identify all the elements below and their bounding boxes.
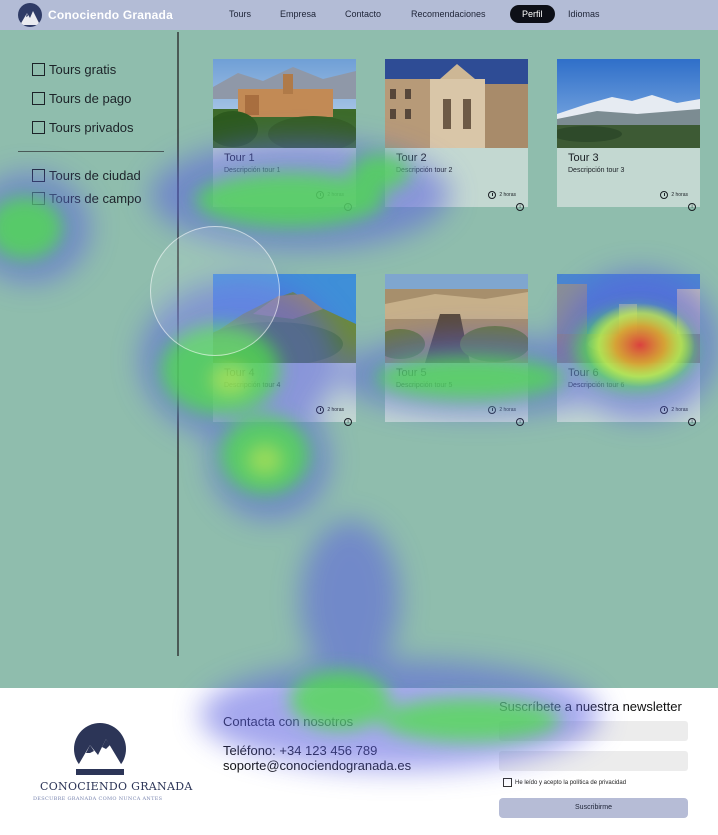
subscribe-button[interactable]: Suscribirme [499,798,688,818]
tour-description: Descripción tour 6 [568,382,625,389]
clock-icon [660,406,669,414]
info-icon[interactable]: i [688,203,696,211]
tour-duration: 2 horas [488,406,516,414]
tour-image-fountain-square [557,274,700,363]
filter-tours-de-campo[interactable]: Tours de campo [32,191,142,206]
filter-tours-gratis[interactable]: Tours gratis [32,62,116,77]
top-nav: Conociendo Granada Tours Empresa Contact… [0,0,718,30]
filter-divider [18,151,164,152]
info-icon[interactable]: i [688,418,696,426]
clock-icon [660,191,669,199]
tour-duration: 2 horas [660,406,688,414]
tour-duration: 2 horas [316,191,344,199]
tour-title: Tour 2 [396,152,427,164]
tour-description: Descripción tour 4 [224,382,281,389]
tour-card-6[interactable]: Tour 6 Descripción tour 6 2 horas i [557,274,700,426]
newsletter-title: Suscríbete a nuestra newsletter [499,699,682,714]
filter-tours-privados[interactable]: Tours privados [32,120,134,135]
tour-duration: 2 horas [316,406,344,414]
tour-card-5[interactable]: Tour 5 Descripción tour 5 2 horas i [385,274,528,426]
sidebar-divider [177,32,179,656]
tour-card-3[interactable]: Tour 3 Descripción tour 3 2 horas i [557,59,700,211]
nav-idiomas[interactable]: Idiomas [568,9,600,19]
tour-title: Tour 4 [224,367,255,379]
tour-description: Descripción tour 1 [224,167,281,174]
info-icon[interactable]: i [516,203,524,211]
tour-image-castle-hill [213,274,356,363]
footer: CONOCIENDO GRANADA DESCUBRE GRANADA COMO… [0,688,718,835]
tour-description: Descripción tour 5 [396,382,453,389]
checkbox[interactable] [32,169,45,182]
contact-email[interactable]: soporte@conociendogranada.es [223,758,411,773]
info-icon[interactable]: i [344,418,352,426]
nav-recomendaciones[interactable]: Recomendaciones [411,9,486,19]
tour-title: Tour 1 [224,152,255,164]
tour-duration: 2 horas [488,191,516,199]
footer-tagline: DESCUBRE GRANADA COMO NUNCA ANTES [33,796,163,802]
contact-phone: Teléfono: +34 123 456 789 [223,743,378,758]
nav-tours[interactable]: Tours [229,9,251,19]
nav-perfil[interactable]: Perfil [510,5,555,23]
newsletter-input-2[interactable] [499,751,688,771]
filter-label: Tours de campo [49,191,142,206]
clock-icon [316,191,325,199]
main-content: Tours gratis Tours de pago Tours privado… [0,30,718,688]
tour-title: Tour 6 [568,367,599,379]
tour-card-2[interactable]: Tour 2 Descripción tour 2 2 horas i [385,59,528,211]
tour-title: Tour 5 [396,367,427,379]
filter-label: Tours de ciudad [49,168,141,183]
tour-description: Descripción tour 3 [568,167,625,174]
tour-title: Tour 3 [568,152,599,164]
newsletter-input-1[interactable] [499,721,688,741]
nav-empresa[interactable]: Empresa [280,9,316,19]
tour-image-gorge-town [385,274,528,363]
contact-title: Contacta con nosotros [223,714,354,729]
filter-label: Tours privados [49,120,134,135]
checkbox[interactable] [32,63,45,76]
consent-checkbox[interactable] [503,778,512,787]
clock-icon [488,406,497,414]
filter-label: Tours de pago [49,91,132,106]
info-icon[interactable]: i [344,203,352,211]
tour-duration: 2 horas [660,191,688,199]
nav-contacto[interactable]: Contacto [345,9,381,19]
tour-card-1[interactable]: Tour 1 Descripción tour 1 2 horas i [213,59,356,211]
tour-image-sierra-nevada [557,59,700,148]
tour-image-alhambra [213,59,356,148]
checkbox[interactable] [32,192,45,205]
checkbox[interactable] [32,92,45,105]
filter-tours-de-pago[interactable]: Tours de pago [32,91,131,106]
filter-label: Tours gratis [49,62,117,77]
checkbox[interactable] [32,121,45,134]
tour-description: Descripción tour 2 [396,167,453,174]
tour-card-4[interactable]: Tour 4 Descripción tour 4 2 horas i [213,274,356,426]
footer-logo-icon [72,723,128,775]
consent-label: He leído y acepto la política de privaci… [515,779,627,786]
filter-tours-de-ciudad[interactable]: Tours de ciudad [32,168,141,183]
tour-image-cathedral [385,59,528,148]
clock-icon [488,191,497,199]
privacy-consent[interactable]: He leído y acepto la política de privaci… [503,778,626,787]
info-icon[interactable]: i [516,418,524,426]
clock-icon [316,406,325,414]
footer-brand-name: CONOCIENDO GRANADA [40,780,193,793]
